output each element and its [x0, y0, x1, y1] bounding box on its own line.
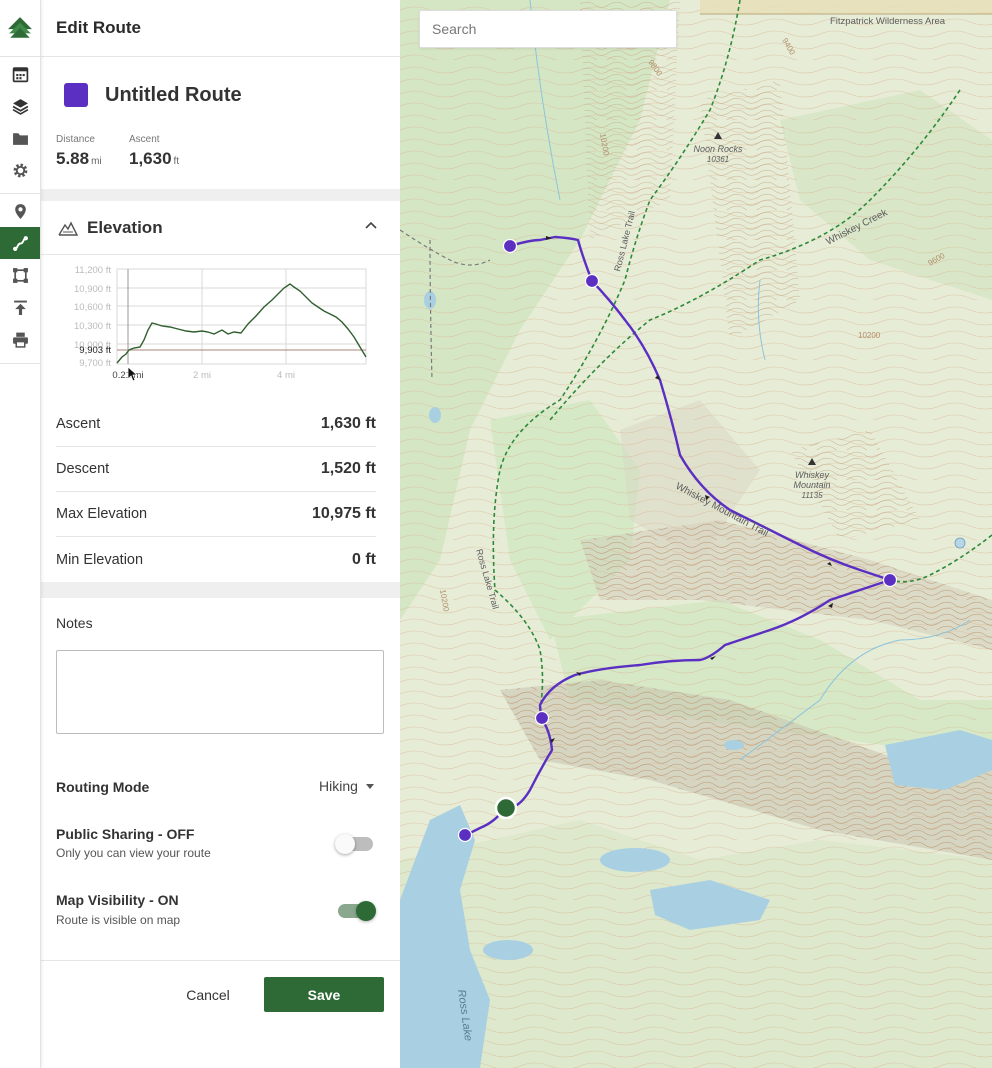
route-color-swatch[interactable]: [64, 83, 88, 107]
metric-label: Min Elevation: [56, 551, 144, 568]
print-icon[interactable]: [0, 323, 40, 355]
app-logo-icon[interactable]: [0, 10, 40, 46]
metric-value: 1,520 ft: [320, 460, 376, 477]
notes-textarea[interactable]: [56, 650, 384, 734]
metric-label: Ascent: [56, 416, 101, 432]
distance-unit: mi: [91, 156, 102, 167]
map-label-peak-elevation: 11135: [801, 491, 823, 500]
ascent-stat-value: 1,630: [129, 149, 172, 168]
ascent-value-row: 1,630 ft: [129, 149, 179, 169]
save-button[interactable]: Save: [264, 977, 384, 1012]
ascent-stat: Ascent 1,630 ft: [129, 134, 179, 169]
area-polygon-icon[interactable]: [0, 259, 40, 291]
metric-row-max-elevation: Max Elevation 10,975 ft: [56, 492, 376, 537]
notes-label: Notes: [56, 615, 93, 631]
elevation-profile-chart[interactable]: 11,200 ft 10,900 ft 10,600 ft 10,300 ft …: [56, 262, 386, 387]
cursor-elevation-label: 9,903 ft: [79, 345, 111, 356]
routing-mode-value: Hiking: [319, 778, 358, 794]
y-tick-label: 10,900 ft: [74, 284, 111, 295]
edit-route-panel: Edit Route Untitled Route Distance 5.88 m…: [41, 0, 400, 1068]
rail-divider: [0, 193, 40, 194]
metric-value: 1,630 ft: [320, 415, 376, 432]
map-label-peak-elevation: 10361: [707, 155, 729, 164]
elevation-section-header[interactable]: Elevation: [41, 201, 400, 255]
metric-row-descent: Descent 1,520 ft: [56, 447, 376, 492]
map-pin-icon[interactable]: [0, 195, 40, 227]
distance-label: Distance: [56, 134, 95, 145]
public-sharing-title: Public Sharing - OFF: [56, 826, 195, 842]
icon-rail: [0, 0, 41, 1068]
metric-value: 0 ft: [352, 550, 376, 568]
ascent-stat-label: Ascent: [129, 134, 160, 145]
routing-mode-select[interactable]: Hiking: [319, 778, 374, 794]
map-search-input[interactable]: [419, 10, 677, 48]
public-sharing-toggle[interactable]: [335, 834, 373, 854]
cancel-button[interactable]: Cancel: [168, 977, 248, 1012]
distance-stat: Distance 5.88 mi: [56, 134, 102, 169]
section-divider: [41, 189, 400, 201]
route-name[interactable]: Untitled Route: [105, 84, 242, 107]
metric-label: Max Elevation: [56, 506, 148, 522]
dropdown-caret-icon: [365, 783, 374, 789]
metric-label: Descent: [56, 461, 110, 477]
panel-title: Edit Route: [41, 0, 400, 57]
y-tick-label: 10,300 ft: [74, 321, 111, 332]
map-visibility-toggle[interactable]: [338, 901, 376, 921]
map-label-peak: Whiskey: [795, 470, 830, 480]
toggle-knob: [335, 834, 355, 854]
y-tick-label: 9,700 ft: [79, 358, 111, 369]
route-title-row: Untitled Route: [64, 83, 242, 107]
map-label-peak: Mountain: [793, 480, 830, 490]
distance-value-row: 5.88 mi: [56, 149, 102, 169]
layers-icon[interactable]: [0, 90, 40, 122]
map-label-peak: Noon Rocks: [693, 144, 743, 154]
map-visibility-title: Map Visibility - ON: [56, 892, 179, 908]
mountain-icon: [58, 220, 78, 236]
x-tick-label: 2 mi: [193, 370, 211, 381]
map-label-wilderness: Fitzpatrick Wilderness Area: [830, 16, 946, 27]
folder-icon[interactable]: [0, 122, 40, 154]
public-sharing-subtitle: Only you can view your route: [56, 846, 211, 860]
map-visibility-subtitle: Route is visible on map: [56, 913, 181, 927]
metric-value: 10,975 ft: [311, 505, 376, 522]
metric-row-min-elevation: Min Elevation 0 ft: [56, 537, 376, 582]
distance-value: 5.88: [56, 149, 90, 168]
metric-row-ascent: Ascent 1,630 ft: [56, 402, 376, 447]
ascent-stat-unit: ft: [173, 156, 180, 167]
contour-label: 10200: [858, 331, 881, 340]
elevation-line: [116, 283, 367, 364]
routing-mode-label: Routing Mode: [56, 779, 150, 795]
rail-divider: [0, 363, 40, 364]
x-tick-label: 4 mi: [277, 370, 295, 381]
calendar-icon[interactable]: [0, 58, 40, 90]
section-divider: [41, 582, 400, 598]
toggle-knob: [356, 901, 376, 921]
rail-divider: [0, 56, 40, 57]
topo-map[interactable]: Fitzpatrick Wilderness Area Noon Rocks 1…: [400, 0, 992, 1068]
route-icon[interactable]: [0, 227, 40, 259]
upload-icon[interactable]: [0, 291, 40, 323]
gear-icon[interactable]: [0, 154, 40, 186]
y-tick-label: 10,600 ft: [74, 302, 111, 313]
elevation-title: Elevation: [87, 217, 163, 237]
chevron-up-icon[interactable]: [364, 219, 378, 233]
y-tick-label: 11,200 ft: [75, 265, 112, 276]
footer-divider: [41, 960, 400, 961]
map-canvas[interactable]: Fitzpatrick Wilderness Area Noon Rocks 1…: [400, 0, 992, 1068]
